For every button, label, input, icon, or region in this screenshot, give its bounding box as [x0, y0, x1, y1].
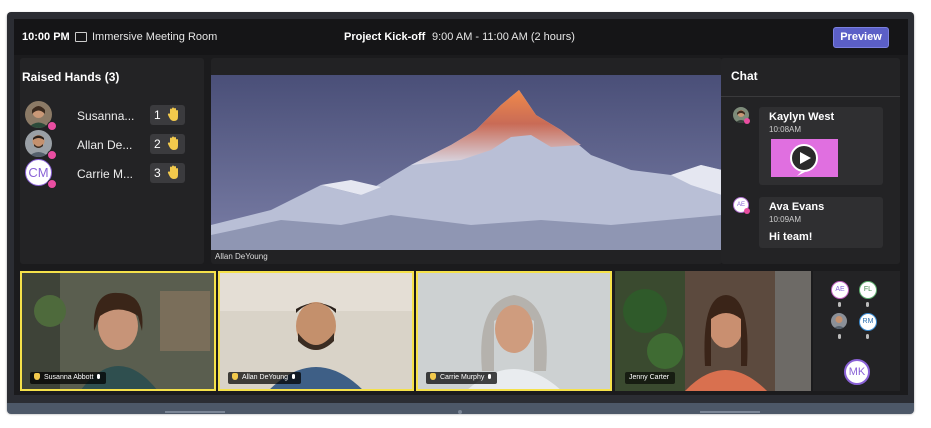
- raised-hand-badge: 1: [150, 105, 185, 125]
- status-dot: [47, 179, 57, 189]
- mic-icon: [97, 374, 101, 379]
- video-tile[interactable]: Susanna Abbott: [20, 271, 216, 391]
- mic-icon: [866, 334, 869, 339]
- chat-sender: Kaylyn West: [769, 111, 835, 123]
- participant-name: Susanna Abbott: [44, 374, 94, 381]
- participant-name: Jenny Carter: [629, 374, 670, 381]
- raised-hand-badge: 3: [150, 163, 185, 183]
- raised-hand-name: Carrie M...: [77, 167, 134, 181]
- status-dot: [744, 118, 750, 124]
- video-tile[interactable]: Jenny Carter: [615, 271, 811, 391]
- tile-label: Carrie Murphy: [426, 372, 498, 384]
- meeting-screen: 10:00 PM Immersive Meeting Room Project …: [14, 19, 908, 395]
- raised-hand-icon: [34, 373, 40, 380]
- mic-icon: [838, 302, 841, 307]
- main-video-caption: Allan DeYoung: [215, 252, 268, 261]
- status-dot: [744, 208, 750, 214]
- raised-hand-name: Susanna...: [77, 109, 135, 123]
- tile-label: Susanna Abbott: [30, 372, 107, 384]
- meeting-time: 9:00 AM - 11:00 AM (2 hours): [432, 31, 575, 43]
- raised-hand-icon: [232, 373, 238, 380]
- raised-hand-badge: 2: [150, 134, 185, 154]
- video-tile[interactable]: Allan DeYoung: [218, 271, 414, 391]
- raised-hand-icon: [167, 165, 178, 179]
- roster-avatar[interactable]: RM: [859, 313, 877, 331]
- raised-hand-item[interactable]: CM Carrie M... 3: [20, 159, 204, 189]
- camera-dot: [458, 410, 462, 414]
- gif-attachment[interactable]: [771, 139, 838, 177]
- mic-icon: [488, 374, 492, 379]
- raised-hand-icon: [167, 107, 178, 121]
- chat-sender: Ava Evans: [769, 201, 825, 213]
- preview-button[interactable]: Preview: [833, 27, 889, 48]
- chat-timestamp: 10:09AM: [769, 215, 802, 224]
- raised-hand-icon: [167, 136, 178, 150]
- main-stage-video[interactable]: Allan DeYoung: [211, 58, 722, 264]
- roster-avatar[interactable]: [831, 313, 847, 329]
- raised-hand-icon: [430, 373, 436, 380]
- room-display-icon: [75, 32, 87, 42]
- raised-hands-title: Raised Hands (3): [22, 70, 120, 84]
- mic-icon: [292, 374, 296, 379]
- chat-text: Hi team!: [769, 231, 813, 243]
- raised-hand-order: 1: [154, 108, 161, 122]
- clock-time: 10:00 PM: [22, 31, 70, 43]
- raised-hand-name: Allan De...: [77, 138, 133, 152]
- raised-hand-order: 2: [154, 137, 161, 151]
- participant-roster: AE FL RM MK: [813, 271, 900, 391]
- meeting-topbar: 10:00 PM Immersive Meeting Room Project …: [14, 19, 908, 55]
- chat-timestamp: 10:08AM: [769, 125, 802, 134]
- chat-panel: Chat Kaylyn West 10:08AM AE Ava Evans 10…: [721, 58, 900, 264]
- raised-hand-item[interactable]: Allan De... 2: [20, 130, 204, 160]
- raised-hand-item[interactable]: Susanna... 1: [20, 101, 204, 131]
- tile-label: Jenny Carter: [625, 372, 676, 384]
- chat-title: Chat: [731, 69, 758, 83]
- chat-message[interactable]: Kaylyn West 10:08AM: [759, 107, 883, 185]
- raised-hand-order: 3: [154, 166, 161, 180]
- meeting-title: Project Kick-off: [344, 31, 426, 43]
- mountain-image: [211, 75, 722, 250]
- roster-avatar[interactable]: FL: [859, 281, 877, 299]
- mic-icon: [838, 334, 841, 339]
- bezel-mark: [700, 411, 760, 413]
- bezel-mark: [165, 411, 225, 413]
- room-name: Immersive Meeting Room: [92, 31, 218, 43]
- play-icon: [790, 144, 818, 176]
- tile-label: Allan DeYoung: [228, 372, 302, 384]
- video-tile[interactable]: Carrie Murphy: [416, 271, 612, 391]
- mic-icon: [866, 302, 869, 307]
- participant-name: Allan DeYoung: [242, 374, 289, 381]
- chat-message[interactable]: Ava Evans 10:09AM Hi team!: [759, 197, 883, 248]
- raised-hands-panel: Raised Hands (3) Susanna... 1 Allan De..…: [20, 58, 204, 264]
- chat-divider: [721, 96, 900, 97]
- roster-avatar[interactable]: AE: [831, 281, 849, 299]
- participant-name: Carrie Murphy: [440, 374, 485, 381]
- self-avatar[interactable]: MK: [844, 359, 870, 385]
